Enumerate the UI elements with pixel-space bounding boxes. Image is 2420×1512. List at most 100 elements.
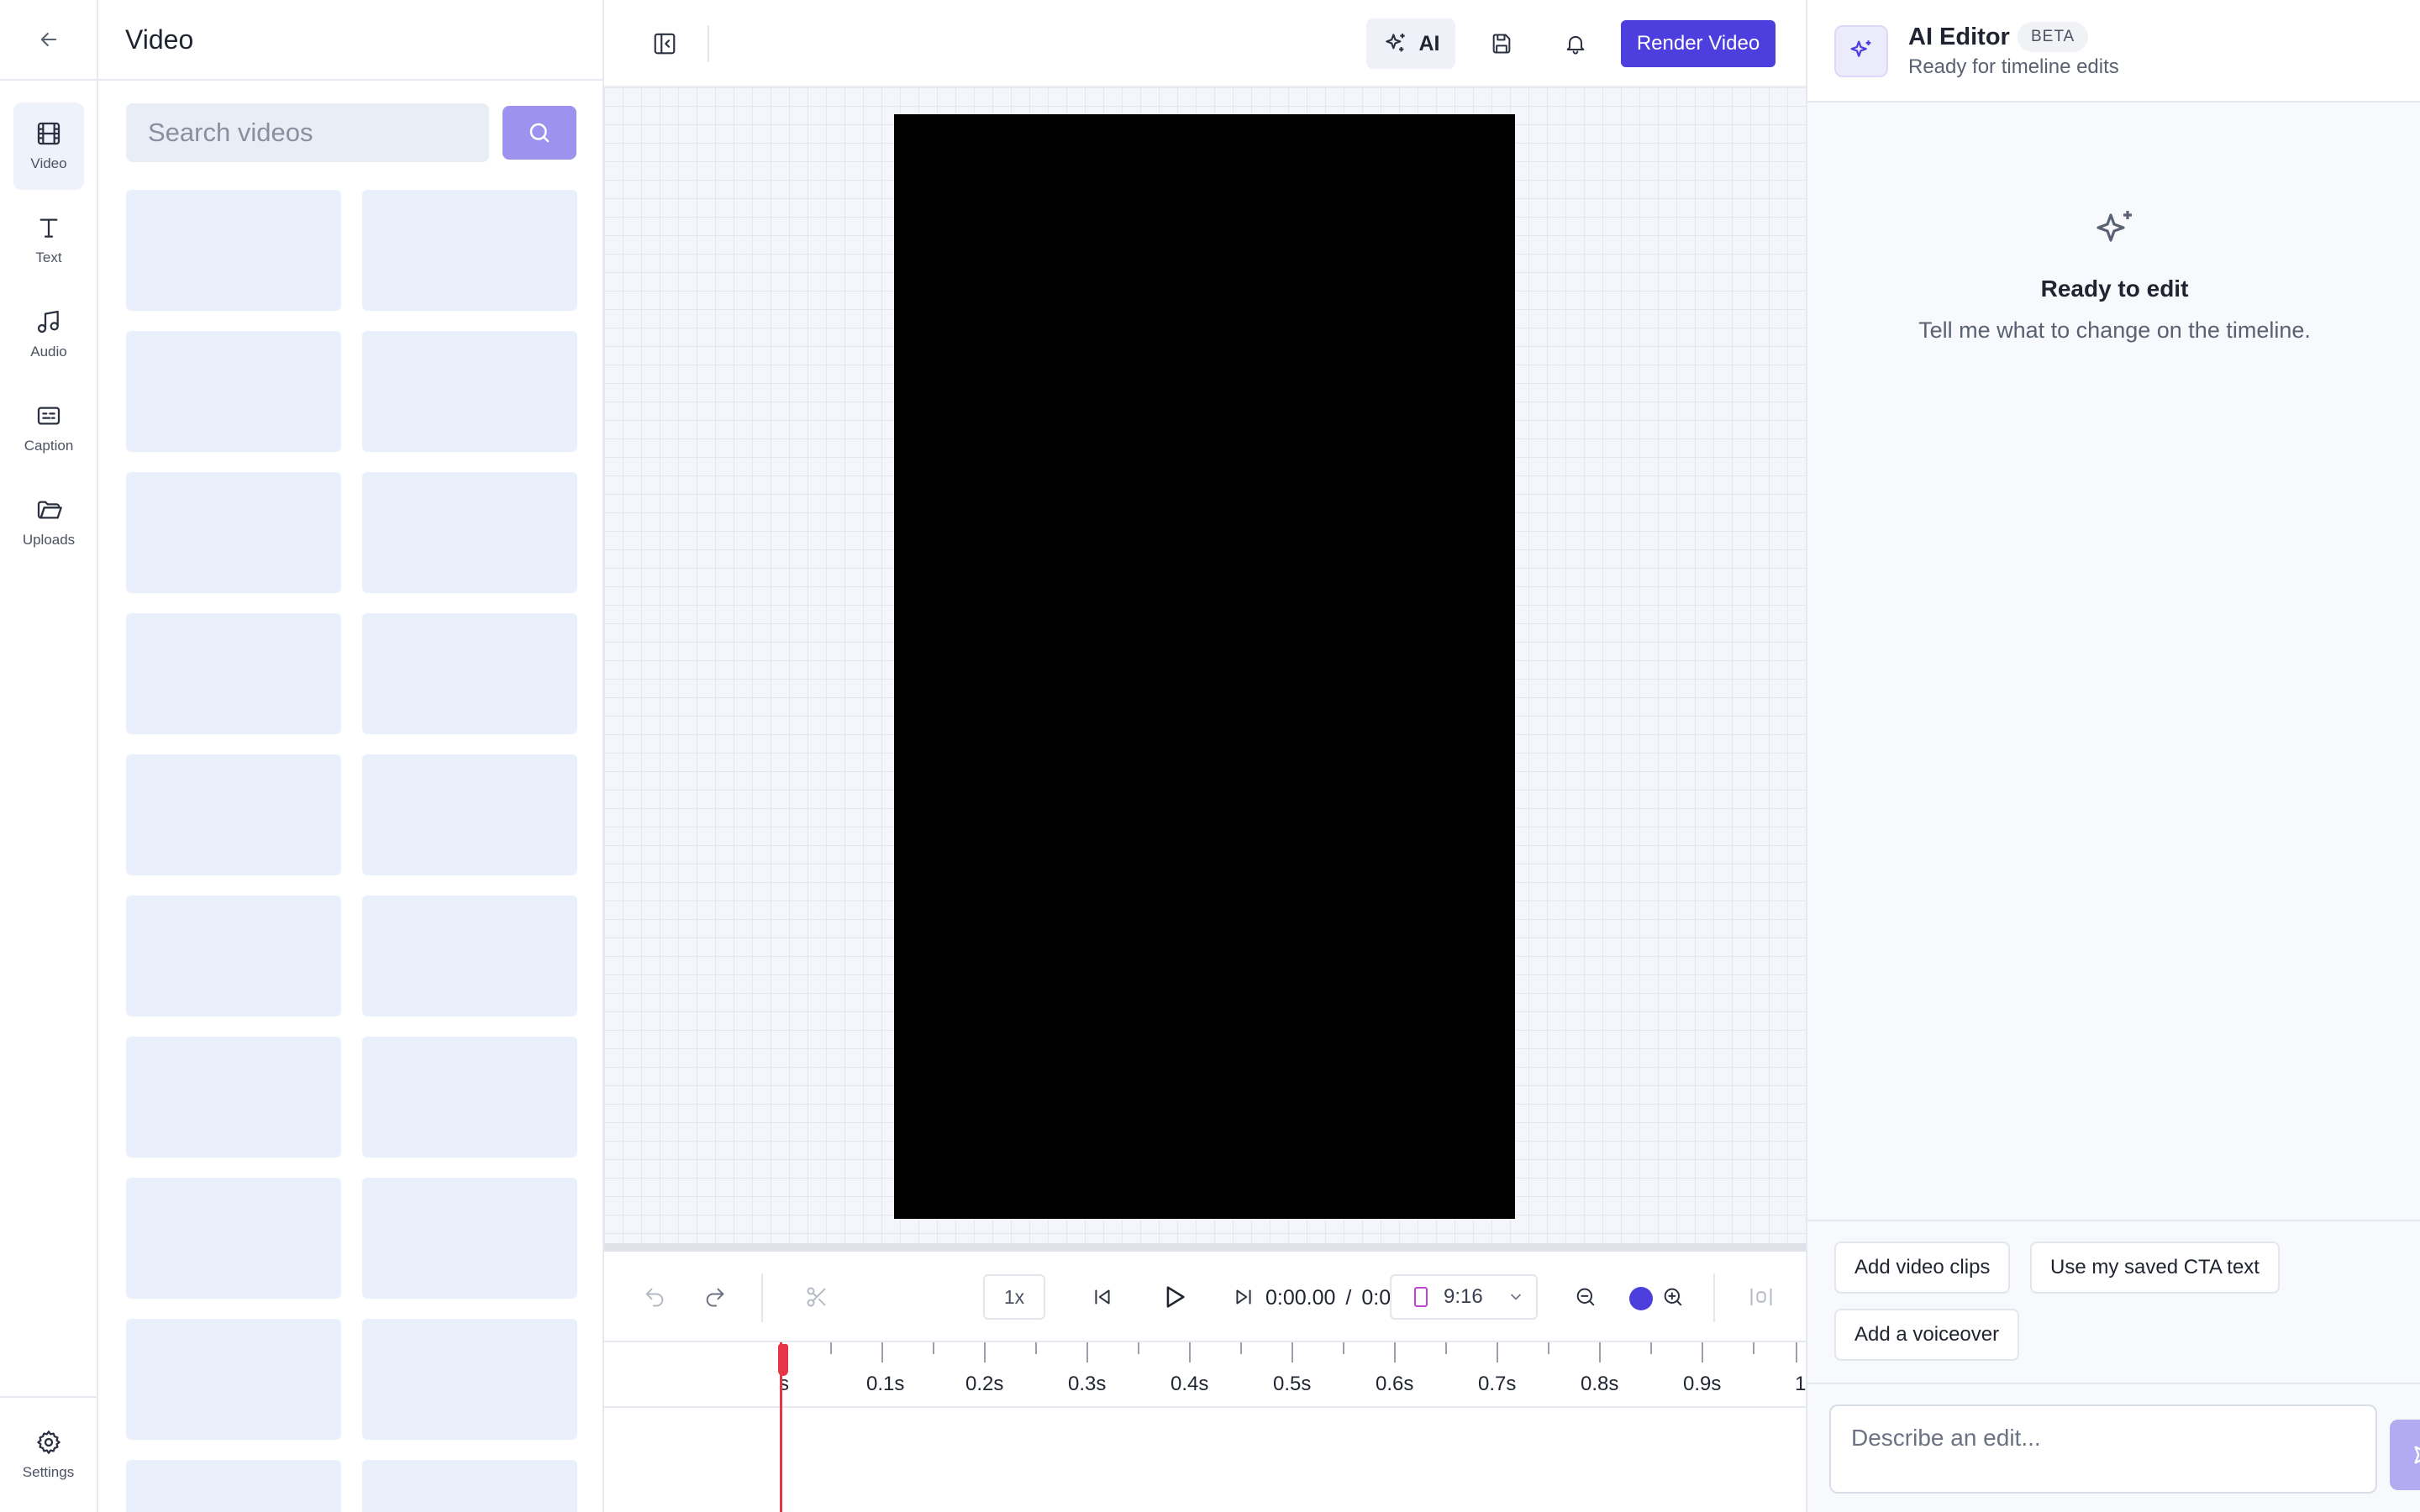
play-button[interactable] (1155, 1278, 1192, 1315)
zoom-out-icon (1576, 1288, 1595, 1306)
ai-empty-state: Ready to edit Tell me what to change on … (1807, 207, 2420, 344)
controls-divider (761, 1273, 763, 1322)
search-button[interactable] (502, 106, 576, 160)
rail-item-settings[interactable]: Settings (0, 1396, 97, 1512)
back-button[interactable] (0, 0, 97, 81)
canvas-resize-handle[interactable] (604, 1243, 1806, 1252)
sparkles-icon (2096, 211, 2132, 242)
beta-badge: BETA (2018, 22, 2089, 52)
caption-icon (37, 407, 60, 425)
timeline[interactable]: s 0.1s 0.2s 0.3s 0.4s 0.5s 0.6s 0.7s 0.8… (604, 1342, 1806, 1512)
skip-back-icon (1095, 1289, 1110, 1305)
skip-back-button[interactable] (1084, 1278, 1121, 1315)
video-thumbnail[interactable] (362, 895, 577, 1016)
video-thumbnail[interactable] (362, 472, 577, 593)
playback-speed-button[interactable]: 1x (983, 1274, 1045, 1320)
video-thumbnail[interactable] (362, 1178, 577, 1299)
video-thumbnail[interactable] (126, 472, 341, 593)
video-thumbnail[interactable] (126, 895, 341, 1016)
edit-prompt-input[interactable] (1829, 1404, 2377, 1494)
rail-item-video[interactable]: Video (13, 102, 84, 190)
tick-label: 0.3s (1068, 1373, 1107, 1395)
tick-label: 0.4s (1171, 1373, 1209, 1395)
phone-icon (1414, 1287, 1428, 1307)
video-stage[interactable] (894, 114, 1515, 1219)
ai-toggle-label: AI (1418, 31, 1440, 55)
player-controls: 1x 0:00.00 / 0:0 9:16 (604, 1252, 1806, 1342)
tick-mark (984, 1342, 986, 1362)
arrow-left-icon (40, 32, 56, 47)
fit-timeline-button[interactable] (1743, 1278, 1780, 1315)
video-thumbnail[interactable] (362, 1319, 577, 1440)
video-thumbnail[interactable] (362, 331, 577, 452)
ai-toggle-button[interactable]: AI (1366, 18, 1455, 69)
empty-state-title: Ready to edit (2040, 276, 2189, 302)
aspect-ratio-select[interactable]: 9:16 (1390, 1274, 1538, 1320)
tick-mark (1702, 1342, 1703, 1362)
video-thumbnail[interactable] (362, 1037, 577, 1158)
rail-item-label: Settings (22, 1464, 75, 1480)
music-icon (37, 310, 59, 333)
suggestion-chip[interactable]: Add video clips (1834, 1242, 2011, 1294)
tick-mark (1035, 1342, 1037, 1354)
zoom-out-button[interactable] (1567, 1278, 1604, 1315)
save-button[interactable] (1483, 25, 1520, 62)
video-thumbnail[interactable] (126, 1319, 341, 1440)
split-button[interactable] (798, 1278, 835, 1315)
toggle-sidebar-button[interactable] (646, 25, 683, 62)
undo-icon (645, 1288, 664, 1307)
film-icon (37, 122, 60, 145)
rail-item-audio[interactable]: Audio (13, 291, 84, 378)
scissors-icon (807, 1287, 826, 1307)
video-thumbnail[interactable] (362, 754, 577, 875)
tick-mark (1343, 1342, 1344, 1354)
ai-editor-logo (1834, 25, 1888, 77)
video-grid (126, 190, 577, 1512)
panel-left-icon (654, 33, 676, 55)
redo-icon (706, 1288, 724, 1307)
tick-mark (1497, 1342, 1498, 1362)
video-thumbnail[interactable] (126, 1178, 341, 1299)
zoom-slider-handle[interactable] (1629, 1287, 1653, 1310)
toolbar-divider (708, 25, 709, 62)
play-icon (1166, 1286, 1185, 1308)
suggestion-chip[interactable]: Use my saved CTA text (2030, 1242, 2280, 1294)
current-time: 0:00.00 (1265, 1285, 1336, 1310)
top-toolbar: AI Render Video (604, 0, 1806, 87)
video-thumbnail[interactable] (126, 1460, 341, 1512)
ai-editor-title: AI Editor (1908, 24, 2010, 50)
panel-title: Video (125, 24, 194, 55)
notifications-button[interactable] (1557, 25, 1594, 62)
playhead-handle[interactable] (778, 1344, 788, 1376)
render-video-button[interactable]: Render Video (1621, 20, 1776, 67)
tick-mark (1086, 1342, 1088, 1362)
tick-mark (1394, 1342, 1396, 1362)
zoom-in-button[interactable] (1655, 1278, 1691, 1315)
video-thumbnail[interactable] (362, 1460, 577, 1512)
video-library-panel: Video (98, 0, 604, 1512)
suggestion-chip[interactable]: Add a voiceover (1834, 1309, 2020, 1361)
skip-forward-button[interactable] (1225, 1278, 1262, 1315)
ai-editor-panel: AI Editor BETA Ready for timeline edits … (1806, 0, 2420, 1512)
video-thumbnail[interactable] (126, 1037, 341, 1158)
undo-button[interactable] (636, 1278, 673, 1315)
tick-label: 0.1s (866, 1373, 905, 1395)
search-icon (529, 123, 550, 143)
video-thumbnail[interactable] (126, 331, 341, 452)
time-separator: / (1345, 1285, 1352, 1310)
video-thumbnail[interactable] (126, 190, 341, 311)
tick-mark (1548, 1342, 1549, 1354)
tick-mark (933, 1342, 934, 1354)
redo-button[interactable] (697, 1278, 734, 1315)
rail-item-uploads[interactable]: Uploads (13, 479, 84, 566)
rail-item-text[interactable]: Text (13, 197, 84, 284)
video-thumbnail[interactable] (362, 190, 577, 311)
search-input[interactable] (126, 103, 489, 162)
rail-item-caption[interactable]: Caption (13, 385, 84, 472)
video-thumbnail[interactable] (362, 613, 577, 734)
video-thumbnail[interactable] (126, 754, 341, 875)
send-button[interactable] (2390, 1420, 2420, 1490)
video-thumbnail[interactable] (126, 613, 341, 734)
tick-label: 1 (1795, 1373, 1806, 1395)
total-time: 0:0 (1361, 1285, 1392, 1310)
